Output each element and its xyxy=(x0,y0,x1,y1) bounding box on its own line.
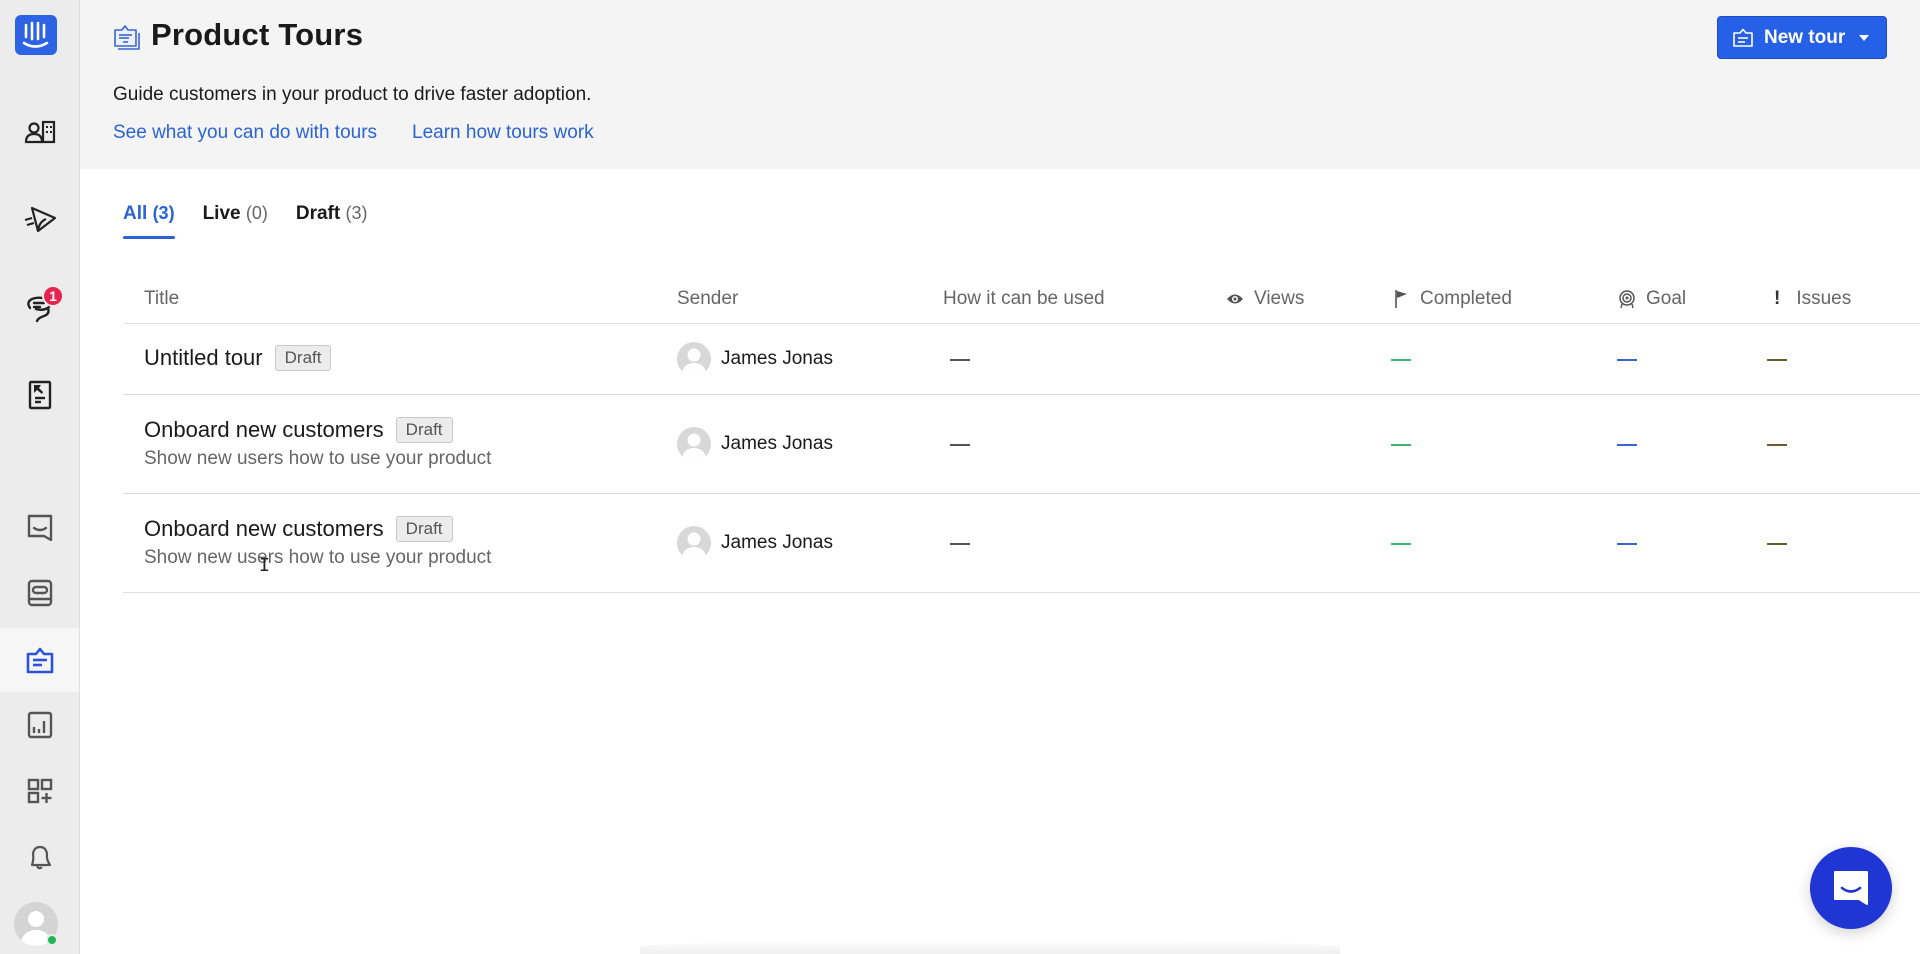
tab-count: (3) xyxy=(152,203,175,223)
new-tour-label: New tour xyxy=(1764,26,1846,48)
tour-name[interactable]: Untitled tour xyxy=(144,345,263,371)
product-tours-icon xyxy=(26,647,53,674)
page-subtitle: Guide customers in your product to drive… xyxy=(113,84,592,105)
usage-empty-dash xyxy=(950,543,970,545)
status-badge: Draft xyxy=(395,516,453,542)
tour-description: Show new users how to use your product xyxy=(144,448,492,469)
bottom-shadow xyxy=(640,940,1340,954)
column-header-views[interactable]: Views xyxy=(1226,288,1304,310)
sidebar-item-articles[interactable] xyxy=(0,363,79,427)
tab-count: (3) xyxy=(345,203,368,223)
goal-empty-dash xyxy=(1617,444,1637,446)
learn-how-tours-work-link[interactable]: Learn how tours work xyxy=(412,122,594,144)
issues-empty-dash xyxy=(1767,444,1787,446)
tab-live[interactable]: Live (0) xyxy=(203,203,268,239)
page-header: Product Tours Guide customers in your pr… xyxy=(80,0,1920,169)
column-header-sender[interactable]: Sender xyxy=(677,288,738,310)
sender-name: James Jonas xyxy=(721,433,833,454)
column-header-completed[interactable]: Completed xyxy=(1394,288,1512,310)
messenger-icon xyxy=(27,514,52,542)
goal-empty-dash xyxy=(1617,543,1637,545)
tab-draft[interactable]: Draft (3) xyxy=(296,203,368,239)
sidebar-item-messenger[interactable] xyxy=(0,496,79,560)
see-what-you-can-do-link[interactable]: See what you can do with tours xyxy=(113,122,377,144)
sender-cell: James Jonas xyxy=(677,526,833,560)
sidebar-item-app-store[interactable] xyxy=(0,759,79,823)
tours-table: Title Sender How it can be used Views Co… xyxy=(123,270,1920,593)
paper-plane-icon xyxy=(24,206,56,233)
tab-label: Live xyxy=(202,203,241,224)
sidebar-item-inbox[interactable]: 1 xyxy=(0,274,79,338)
messenger-launcher-button[interactable] xyxy=(1810,847,1892,929)
usage-empty-dash xyxy=(950,359,970,361)
tour-name[interactable]: Onboard new customers xyxy=(144,516,384,542)
tab-count: (0) xyxy=(245,203,268,223)
column-header-usage[interactable]: How it can be used xyxy=(943,288,1105,310)
new-tour-button[interactable]: New tour xyxy=(1717,16,1887,59)
user-silhouette-icon xyxy=(681,348,707,376)
sender-cell: James Jonas xyxy=(677,427,833,461)
bar-chart-icon xyxy=(27,711,52,739)
goal-empty-dash xyxy=(1617,359,1637,361)
online-status-indicator xyxy=(46,934,58,946)
sidebar-item-product-tours[interactable] xyxy=(0,628,79,692)
completed-empty-dash xyxy=(1391,444,1411,446)
caret-down-icon[interactable] xyxy=(1859,34,1870,41)
table-row[interactable]: Onboard new customers Draft Show new use… xyxy=(123,395,1920,494)
table-header: Title Sender How it can be used Views Co… xyxy=(123,270,1920,324)
status-badge: Draft xyxy=(395,417,453,443)
sidebar-item-operator[interactable] xyxy=(0,561,79,625)
sender-cell: James Jonas xyxy=(677,342,833,376)
user-silhouette-icon xyxy=(681,532,707,560)
sidebar: 1 xyxy=(0,0,80,954)
sidebar-item-reports[interactable] xyxy=(0,693,79,757)
flag-icon xyxy=(1395,290,1407,308)
tour-title-cell: Untitled tour Draft xyxy=(144,345,332,371)
sidebar-item-notifications[interactable] xyxy=(0,825,79,889)
text-cursor-icon: I xyxy=(259,555,270,576)
table-row[interactable]: Untitled tour Draft James Jonas xyxy=(123,324,1920,395)
contacts-icon xyxy=(24,120,55,144)
eye-icon xyxy=(1227,294,1243,304)
sidebar-item-outbound[interactable] xyxy=(0,186,79,250)
status-badge: Draft xyxy=(274,345,332,371)
user-silhouette-icon xyxy=(681,433,707,461)
inbox-unread-badge: 1 xyxy=(42,285,64,307)
sender-name: James Jonas xyxy=(721,348,833,369)
tour-description: Show new users how to use your product xyxy=(144,547,492,568)
page-title: Product Tours xyxy=(151,17,364,52)
sender-avatar xyxy=(677,526,711,560)
tab-all[interactable]: All (3) xyxy=(123,203,175,239)
column-header-goal[interactable]: Goal xyxy=(1618,288,1686,310)
usage-empty-dash xyxy=(950,444,970,446)
article-icon xyxy=(28,380,51,410)
tour-title-cell: Onboard new customers Draft xyxy=(144,516,453,542)
target-icon xyxy=(1619,290,1635,309)
issues-empty-dash xyxy=(1767,359,1787,361)
issues-empty-dash xyxy=(1767,543,1787,545)
tab-label: All xyxy=(123,203,148,224)
product-tours-icon xyxy=(114,25,140,50)
sidebar-item-contacts[interactable] xyxy=(0,100,79,164)
apps-grid-plus-icon xyxy=(27,778,52,804)
tab-label: Draft xyxy=(295,203,341,224)
product-tours-icon xyxy=(1733,28,1753,47)
intercom-logo-icon[interactable] xyxy=(15,15,57,55)
bot-card-icon xyxy=(27,579,52,607)
bell-icon xyxy=(30,845,51,870)
column-header-title[interactable]: Title xyxy=(144,288,179,310)
messenger-chat-icon xyxy=(1834,871,1868,905)
tour-title-cell: Onboard new customers Draft xyxy=(144,417,453,443)
sender-avatar xyxy=(677,342,711,376)
tour-name[interactable]: Onboard new customers xyxy=(144,417,384,443)
sender-avatar xyxy=(677,427,711,461)
sender-name: James Jonas xyxy=(721,532,833,553)
filter-tabs: All (3) Live (0) Draft (3) xyxy=(123,203,396,239)
column-header-issues[interactable]: ! Issues xyxy=(1774,288,1851,310)
completed-empty-dash xyxy=(1391,543,1411,545)
exclamation-icon: ! xyxy=(1774,288,1781,309)
table-row[interactable]: Onboard new customers Draft Show new use… xyxy=(123,494,1920,593)
completed-empty-dash xyxy=(1391,359,1411,361)
